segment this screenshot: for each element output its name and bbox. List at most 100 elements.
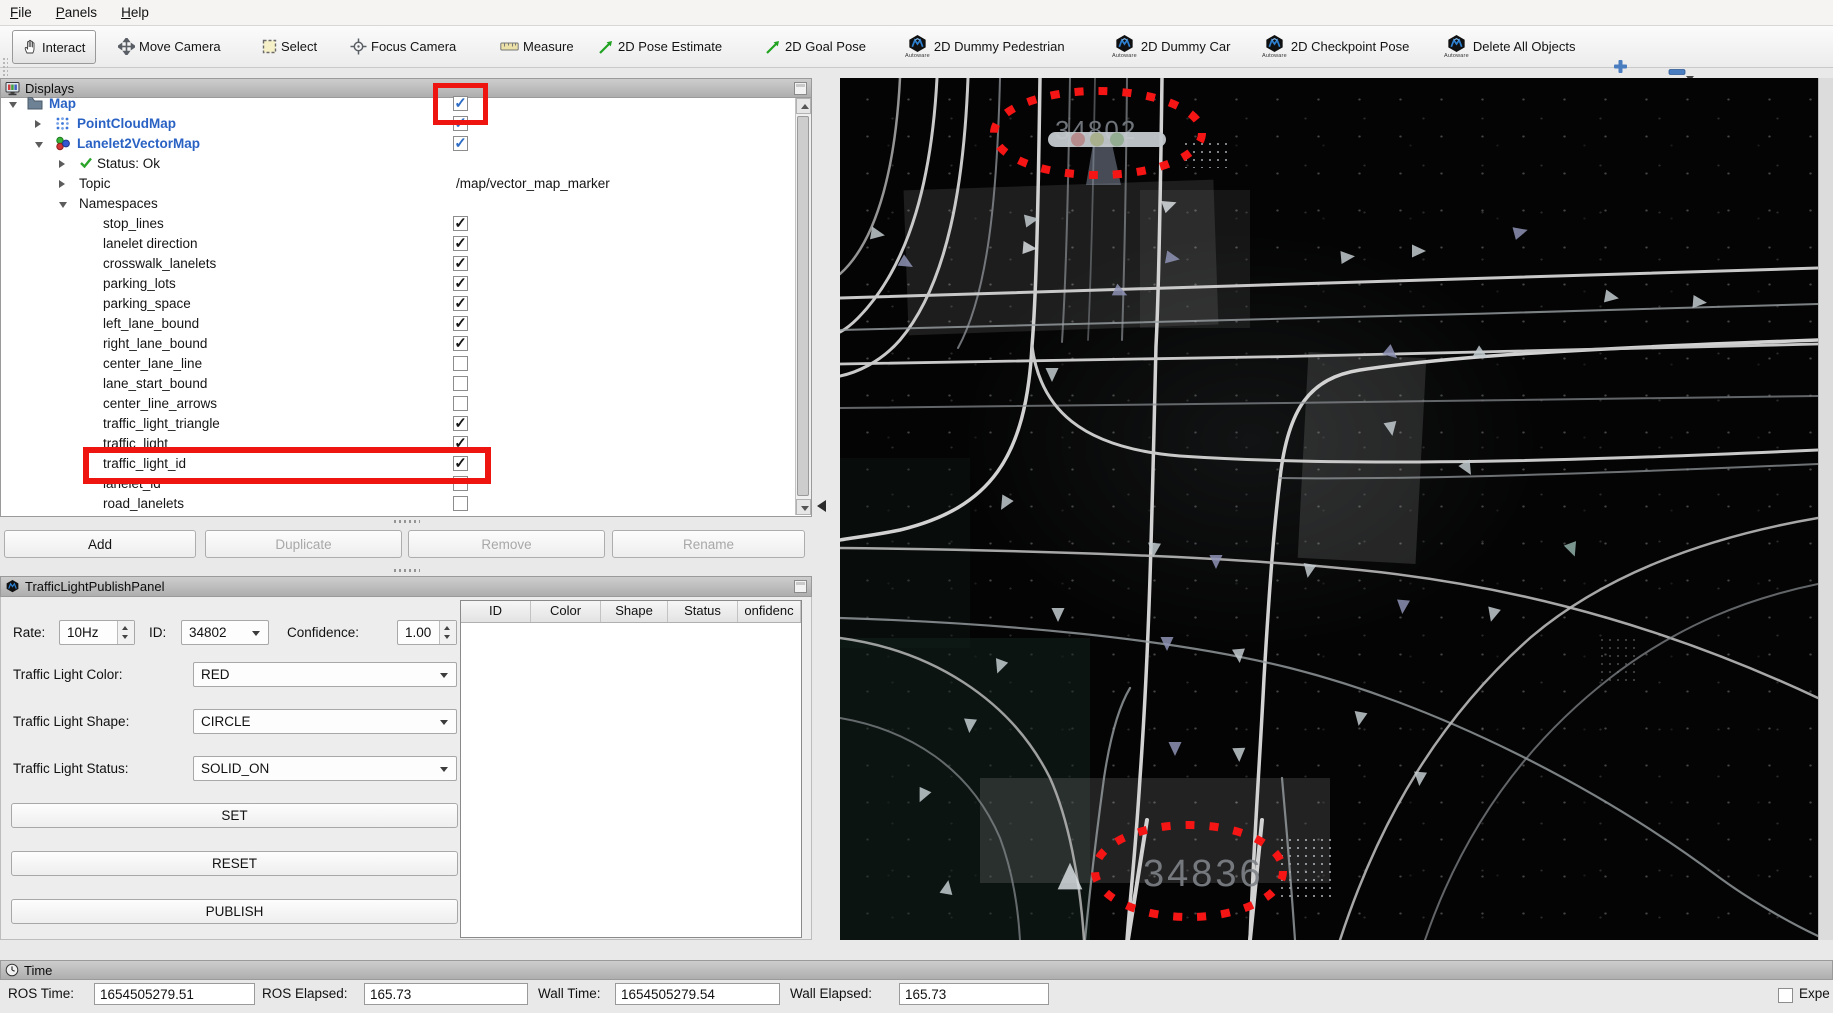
id-combobox[interactable]: 34802 xyxy=(181,620,269,645)
stop-lines-checkbox[interactable]: ✓ xyxy=(453,216,468,231)
panel-collapse-arrow-icon[interactable] xyxy=(817,500,826,512)
menu-help[interactable]: Help xyxy=(121,5,149,20)
ros-time-field[interactable] xyxy=(94,983,255,1005)
2d-dummy-car-tool[interactable]: Autoware2D Dummy Car xyxy=(1112,26,1230,67)
add-tool-button[interactable] xyxy=(1612,58,1629,80)
tree-item-traffic-light-triangle[interactable]: traffic_light_triangle✓ xyxy=(1,414,798,434)
2d-checkpoint-pose-tool[interactable]: Autoware2D Checkpoint Pose xyxy=(1262,26,1409,67)
autoware-icon: Autoware xyxy=(905,35,930,59)
lanelet-direction-checkbox[interactable]: ✓ xyxy=(453,236,468,251)
traffic-light-status-combobox[interactable]: SOLID_ON xyxy=(193,756,457,781)
traffic-light-table[interactable]: IDColorShapeStatusonfidenc xyxy=(460,600,802,938)
tree-item-stop-lines[interactable]: stop_lines✓ xyxy=(1,214,798,234)
scroll-down-button[interactable] xyxy=(796,499,811,515)
tree-item-topic[interactable]: Topic/map/vector_map_marker xyxy=(1,174,798,194)
scroll-up-button[interactable] xyxy=(796,98,811,114)
id-label: ID: xyxy=(149,620,166,645)
publish-button[interactable]: PUBLISH xyxy=(11,899,458,924)
menu-file[interactable]: File xyxy=(10,5,32,20)
tree-item-parking-lots[interactable]: parking_lots✓ xyxy=(1,274,798,294)
measure-tool[interactable]: Measure xyxy=(500,26,574,67)
tree-item-label: center_line_arrows xyxy=(103,396,217,411)
tool-label: Select xyxy=(281,39,317,54)
expander-expanded-icon[interactable] xyxy=(9,102,17,108)
tree-item-center-line-arrows[interactable]: center_line_arrows xyxy=(1,394,798,414)
tree-item-left-lane-bound[interactable]: left_lane_bound✓ xyxy=(1,314,798,334)
duplicate-button[interactable]: Duplicate xyxy=(205,530,402,558)
right-panel-strip[interactable] xyxy=(1818,78,1833,940)
spinner-arrows-icon[interactable] xyxy=(117,621,134,644)
expander-collapsed-icon[interactable] xyxy=(35,120,41,128)
tree-item-lanelet-direction[interactable]: lanelet direction✓ xyxy=(1,234,798,254)
rate-spinbox[interactable]: 10Hz xyxy=(59,620,135,645)
parking-lots-checkbox[interactable]: ✓ xyxy=(453,276,468,291)
add-button[interactable]: Add xyxy=(4,530,196,558)
scrollbar-thumb[interactable] xyxy=(797,116,809,496)
traffic-light-panel-header[interactable]: TrafficLightPublishPanel xyxy=(0,576,812,597)
tree-item-status-ok[interactable]: Status: Ok xyxy=(1,154,798,174)
tool-label: Measure xyxy=(523,39,574,54)
lane-start-bound-checkbox[interactable] xyxy=(453,376,468,391)
wall-elapsed-field[interactable] xyxy=(899,983,1049,1005)
tree-scrollbar[interactable] xyxy=(795,98,811,515)
confidence-spinbox[interactable]: 1.00 xyxy=(397,620,457,645)
chevron-down-icon xyxy=(440,720,448,725)
table-header-shape[interactable]: Shape xyxy=(601,601,668,622)
traffic-light-color-combobox[interactable]: RED xyxy=(193,662,457,687)
right-lane-bound-checkbox[interactable]: ✓ xyxy=(453,336,468,351)
lanelet2vectormap-checkbox[interactable]: ✓ xyxy=(453,136,468,151)
wall-time-field[interactable] xyxy=(615,983,780,1005)
ros-elapsed-field[interactable] xyxy=(364,983,528,1005)
direction-arrow xyxy=(1564,541,1581,559)
2d-dummy-pedestrian-tool[interactable]: Autoware2D Dummy Pedestrian xyxy=(905,26,1065,67)
check-icon xyxy=(79,156,93,169)
tree-item-parking-space[interactable]: parking_space✓ xyxy=(1,294,798,314)
table-header-id[interactable]: ID xyxy=(461,601,531,622)
parking-space-checkbox[interactable]: ✓ xyxy=(453,296,468,311)
tool-label: Focus Camera xyxy=(371,39,456,54)
tree-item-right-lane-bound[interactable]: right_lane_bound✓ xyxy=(1,334,798,354)
delete-all-objects-tool[interactable]: AutowareDelete All Objects xyxy=(1444,26,1575,67)
undock-button[interactable] xyxy=(794,580,807,593)
tree-item-lane-start-bound[interactable]: lane_start_bound xyxy=(1,374,798,394)
crosswalk-lanelets-checkbox[interactable]: ✓ xyxy=(453,256,468,271)
time-panel-header[interactable]: Time xyxy=(0,960,1833,980)
center-line-arrows-checkbox[interactable] xyxy=(453,396,468,411)
tree-item-lanelet2vectormap[interactable]: Lanelet2VectorMap✓ xyxy=(1,134,798,154)
tree-item-crosswalk-lanelets[interactable]: crosswalk_lanelets✓ xyxy=(1,254,798,274)
tree-item-pointcloudmap[interactable]: PointCloudMap✓ xyxy=(1,114,798,134)
remove-button[interactable]: Remove xyxy=(408,530,605,558)
table-header-status[interactable]: Status xyxy=(668,601,738,622)
tree-item-road-lanelets[interactable]: road_lanelets xyxy=(1,494,798,514)
2d-pose-estimate-tool[interactable]: 2D Pose Estimate xyxy=(598,26,722,67)
interact-tool[interactable]: Interact xyxy=(12,30,96,64)
road-lanelets-checkbox[interactable] xyxy=(453,496,468,511)
traffic-light-shape-combobox[interactable]: CIRCLE xyxy=(193,709,457,734)
rename-button[interactable]: Rename xyxy=(612,530,805,558)
render-viewport[interactable]: 34802 34836 xyxy=(840,78,1818,940)
spinner-arrows-icon[interactable] xyxy=(439,621,456,644)
expander-expanded-icon[interactable] xyxy=(59,202,67,208)
panel-splitter-handle[interactable] xyxy=(394,520,420,523)
center-lane-line-checkbox[interactable] xyxy=(453,356,468,371)
experimental-checkbox[interactable] xyxy=(1778,988,1793,1003)
panel-splitter-handle[interactable] xyxy=(394,569,420,572)
tree-item-namespaces[interactable]: Namespaces xyxy=(1,194,798,214)
table-header-color[interactable]: Color xyxy=(531,601,601,622)
expander-collapsed-icon[interactable] xyxy=(59,160,65,168)
menu-panels[interactable]: Panels xyxy=(56,5,97,20)
table-header-onfidenc[interactable]: onfidenc xyxy=(738,601,801,622)
expander-expanded-icon[interactable] xyxy=(35,142,43,148)
focus-camera-tool[interactable]: Focus Camera xyxy=(350,26,456,67)
reset-button[interactable]: RESET xyxy=(11,851,458,876)
expander-collapsed-icon[interactable] xyxy=(59,180,65,188)
chevron-down-icon xyxy=(440,767,448,772)
move-camera-tool[interactable]: Move Camera xyxy=(118,26,221,67)
left-lane-bound-checkbox[interactable]: ✓ xyxy=(453,316,468,331)
tree-item-center-lane-line[interactable]: center_lane_line xyxy=(1,354,798,374)
2d-goal-pose-tool[interactable]: 2D Goal Pose xyxy=(765,26,866,67)
traffic-light-triangle-checkbox[interactable]: ✓ xyxy=(453,416,468,431)
tree-item-map[interactable]: Map✓ xyxy=(1,94,798,114)
set-button[interactable]: SET xyxy=(11,803,458,828)
select-tool[interactable]: Select xyxy=(262,26,317,67)
